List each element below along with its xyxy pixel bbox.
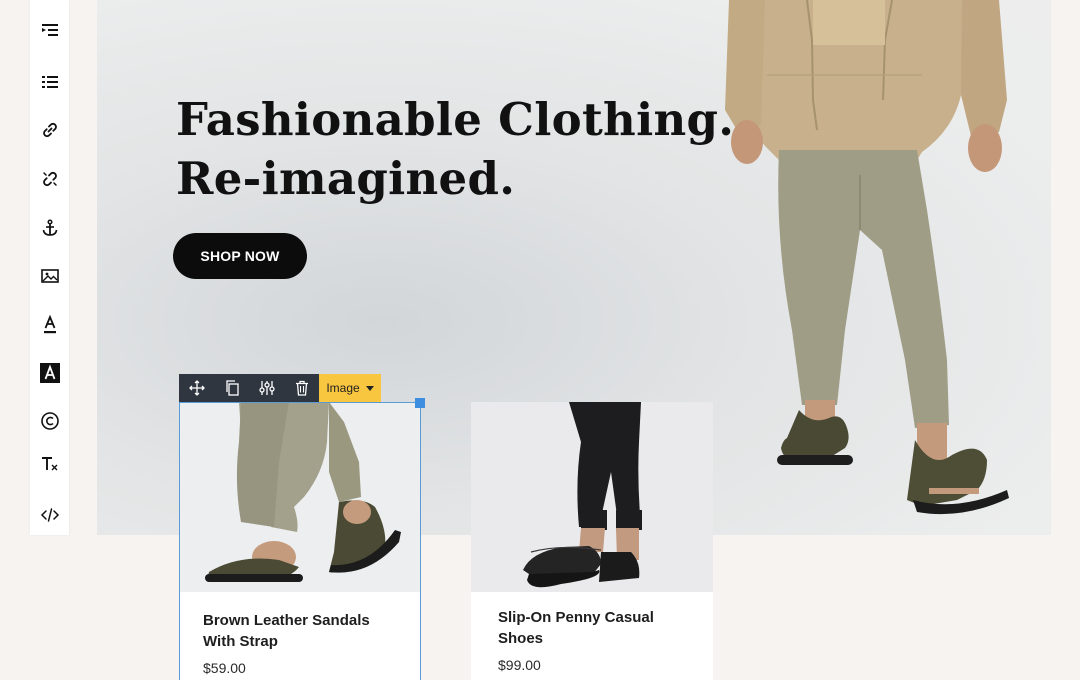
special-character-button[interactable] [30, 406, 69, 436]
bulleted-list-button[interactable] [30, 67, 69, 97]
move-icon [188, 380, 205, 396]
shop-now-button[interactable]: SHOP NOW [173, 233, 307, 279]
product-title[interactable]: Brown Leather Sandals With Strap [203, 610, 403, 652]
product-image-penny-shoes[interactable] [471, 402, 713, 592]
settings-icon [258, 381, 275, 395]
background-color-button[interactable] [30, 358, 69, 388]
text-color-icon [43, 315, 56, 334]
clear-format-button[interactable] [30, 449, 69, 479]
link-button[interactable] [30, 115, 69, 145]
model-photo[interactable] [717, 0, 1051, 535]
sandals-photo [205, 402, 401, 582]
duplicate-icon [225, 380, 239, 396]
move-button[interactable] [179, 374, 214, 402]
product-card-sandals[interactable]: Brown Leather Sandals With Strap $59.00 [179, 402, 421, 680]
bulleted-list-icon [41, 76, 58, 88]
product-price: $99.00 [498, 657, 541, 673]
hero-title-line-1: Fashionable Clothing. [176, 93, 735, 146]
duplicate-button[interactable] [214, 374, 249, 402]
caret-down-icon [365, 385, 374, 391]
hero-title-line-2: Re-imagined. [176, 152, 516, 205]
unlink-button[interactable] [30, 164, 69, 194]
element-type-label: Image [326, 381, 360, 395]
image-button[interactable] [30, 261, 69, 291]
hero-title[interactable]: Fashionable Clothing. Re-imagined. [176, 90, 734, 208]
delete-icon [295, 380, 308, 396]
image-icon [40, 269, 59, 283]
editor-toolbar [30, 0, 69, 535]
anchor-button[interactable] [30, 213, 69, 243]
link-icon [42, 122, 57, 138]
settings-button[interactable] [249, 374, 284, 402]
indent-button[interactable] [30, 15, 69, 45]
background-color-icon [39, 363, 60, 383]
product-title[interactable]: Slip-On Penny Casual Shoes [498, 607, 698, 649]
product-image-sandals[interactable] [179, 402, 421, 592]
indent-icon [41, 24, 58, 36]
element-toolbar: Image [179, 374, 381, 402]
product-card-penny-shoes[interactable]: Slip-On Penny Casual Shoes $99.00 [471, 402, 713, 680]
penny-shoes-photo [523, 402, 642, 588]
copyright-icon [40, 412, 59, 430]
resize-handle[interactable] [415, 398, 425, 408]
element-type-dropdown[interactable]: Image [319, 374, 381, 402]
text-color-button[interactable] [30, 310, 69, 340]
code-icon [40, 508, 59, 522]
clear-format-icon [41, 457, 57, 471]
source-code-button[interactable] [30, 500, 69, 530]
delete-button[interactable] [284, 374, 319, 402]
anchor-icon [42, 219, 57, 236]
product-price: $59.00 [203, 660, 246, 676]
unlink-icon [42, 171, 57, 187]
